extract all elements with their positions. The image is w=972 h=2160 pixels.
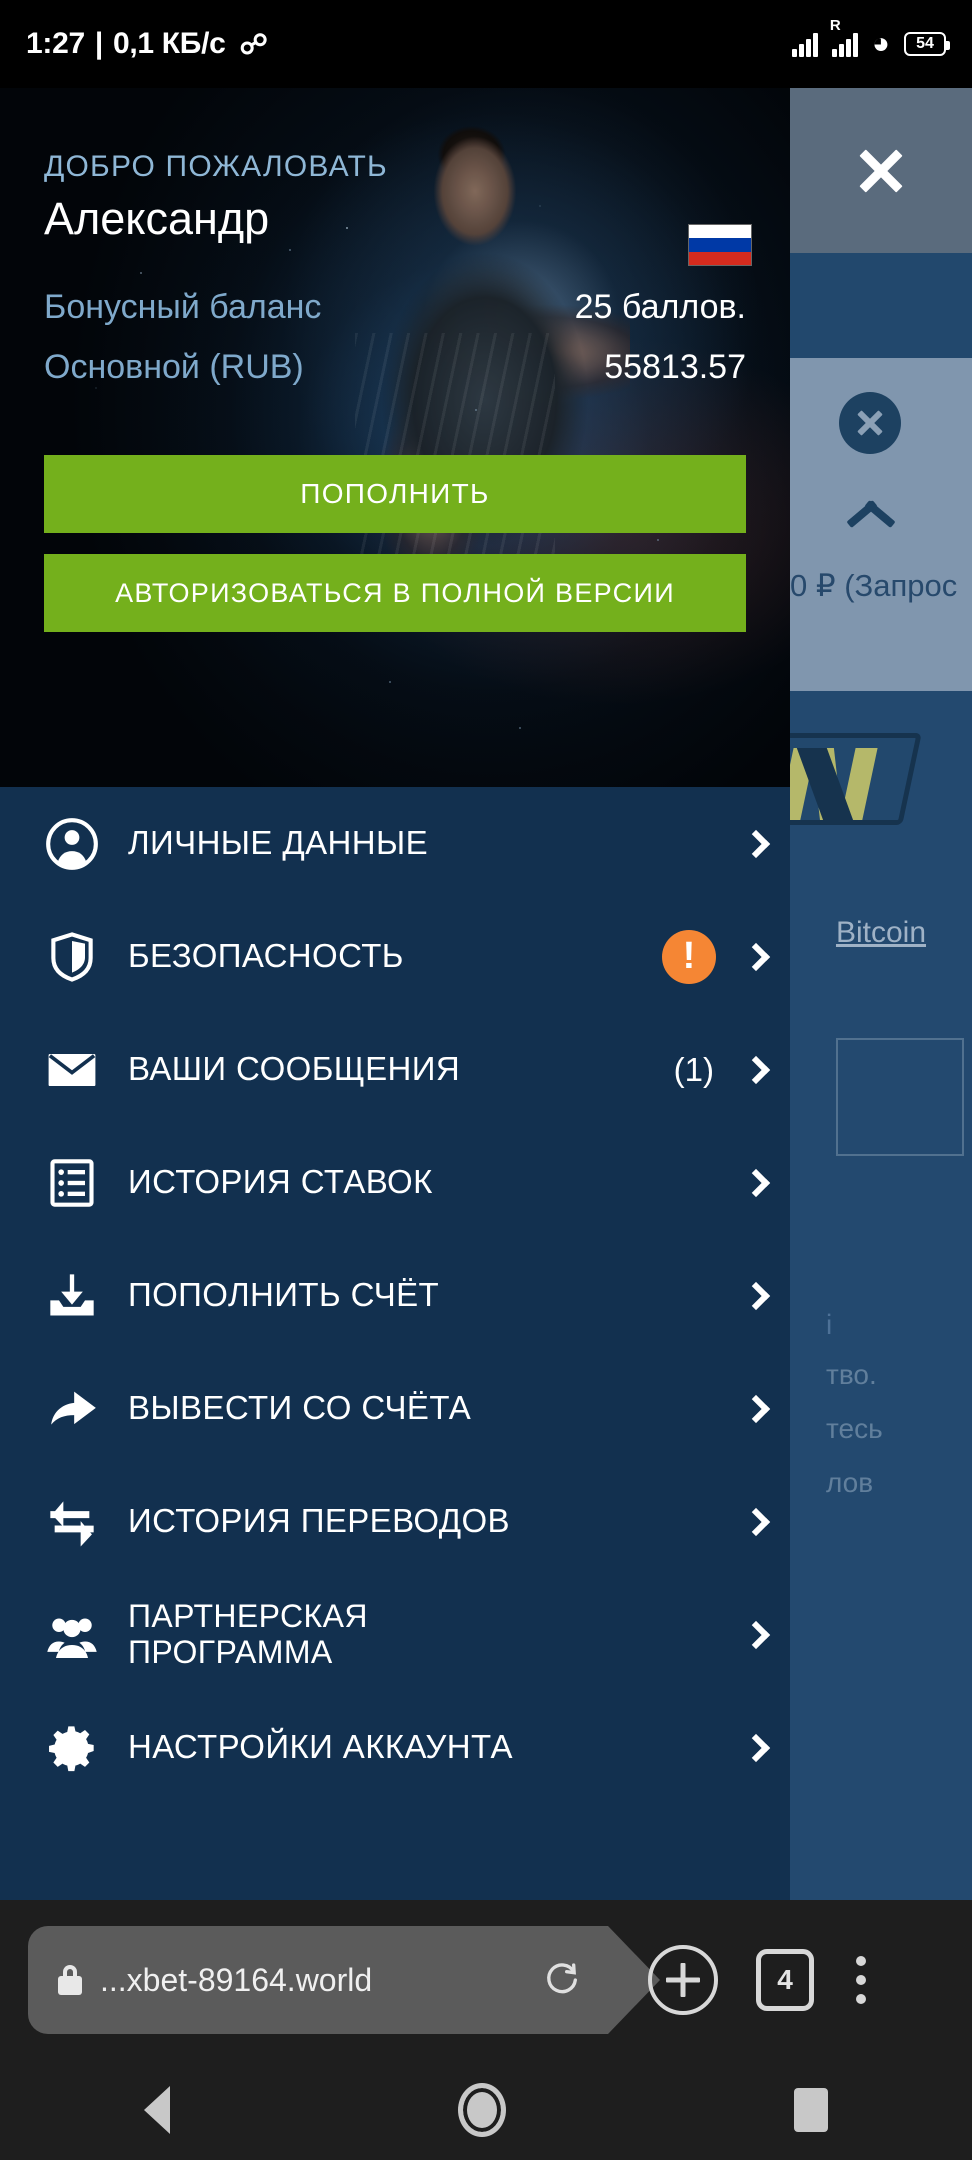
menu-item-2[interactable]: БЕЗОПАСНОСТЬ! <box>0 900 790 1013</box>
withdraw-icon <box>38 1383 106 1435</box>
menu-item-label: ИСТОРИЯ ПЕРЕВОДОВ <box>128 1502 510 1540</box>
chevron-right-icon <box>728 942 790 971</box>
status-bar: 1:27 | 0,1 КБ/с ☍ R ◕ 54 <box>0 0 972 88</box>
main-balance-row: Основной (RUB) 55813.57 <box>44 348 746 387</box>
menu-item-label: БЕЗОПАСНОСТЬ <box>128 937 404 975</box>
user-name: Александр <box>44 193 270 244</box>
background-lower-section: Bitcoin і тво. тесь лов <box>762 691 972 1900</box>
menu-item-label: ПАРТНЕРСКАЯ ПРОГРАММА <box>128 1597 368 1670</box>
profile-header: ДОБРО ПОЖАЛОВАТЬ Александр Бонусный бала… <box>0 88 790 787</box>
background-text-fragment-1: і <box>826 1309 833 1340</box>
phone-screen: 0 ₽ (Запрос Bitcoin і тво. тесь лов 1:27… <box>0 0 972 2160</box>
lock-icon <box>58 1965 82 1995</box>
chevron-right-icon <box>728 1055 790 1084</box>
menu-item-1[interactable]: ЛИЧНЫЕ ДАННЫЕ <box>0 787 790 900</box>
message-count: (1) <box>673 1050 714 1088</box>
chevron-right-icon <box>728 1733 790 1762</box>
background-input-box[interactable] <box>836 1038 964 1156</box>
envelope-icon <box>38 1044 106 1096</box>
status-bar-left: 1:27 | 0,1 КБ/с ☍ <box>26 27 268 61</box>
chevron-right-icon <box>728 1168 790 1197</box>
recents-square-icon[interactable] <box>794 2088 828 2132</box>
signal-bars-icon <box>791 31 818 57</box>
status-bar-right: R ◕ 54 <box>791 17 950 61</box>
gmail-icon: ☍ <box>239 28 268 60</box>
tab-count: 4 <box>777 1964 793 1995</box>
menu-item-label: ВЫВЕСТИ СО СЧЁТА <box>128 1389 472 1427</box>
russia-flag-icon[interactable] <box>688 224 752 266</box>
background-strip <box>790 253 972 358</box>
main-balance-value: 55813.57 <box>604 348 746 386</box>
bonus-balance-row: Бонусный баланс 25 баллов. <box>44 288 746 327</box>
chevron-up-icon[interactable] <box>847 498 895 526</box>
back-triangle-icon[interactable] <box>144 2086 170 2134</box>
url-text: ...xbet-89164.world <box>100 1961 373 1998</box>
menu-item-label: ПОПОЛНИТЬ СЧЁТ <box>128 1276 440 1314</box>
browser-menu-button[interactable] <box>856 1956 866 2004</box>
menu-item-7[interactable]: ИСТОРИЯ ПЕРЕВОДОВ <box>0 1465 790 1578</box>
home-circle-icon[interactable] <box>458 2083 506 2137</box>
address-bar[interactable]: ...xbet-89164.world <box>28 1926 660 2034</box>
battery-icon: 54 <box>904 32 950 56</box>
close-icon[interactable] <box>858 148 904 194</box>
bitcoin-link[interactable]: Bitcoin <box>790 916 972 950</box>
menu-item-label: НАСТРОЙКИ АККАУНТА <box>128 1728 513 1766</box>
browser-toolbar: ...xbet-89164.world 4 <box>0 1900 972 2060</box>
new-tab-button[interactable] <box>648 1945 718 2015</box>
chevron-right-icon <box>728 1281 790 1310</box>
roaming-signal-icon: R <box>830 17 858 57</box>
drawer-menu-list: ЛИЧНЫЕ ДАННЫЕ БЕЗОПАСНОСТЬ! ВАШИ СООБЩЕНИЯ… <box>0 787 790 1900</box>
gear-icon <box>38 1722 106 1774</box>
transfer-icon <box>38 1496 106 1548</box>
menu-item-label: ЛИЧНЫЕ ДАННЫЕ <box>128 824 429 862</box>
background-panel: 0 ₽ (Запрос <box>790 358 972 691</box>
background-text-fragment-2: тво. <box>826 1359 877 1390</box>
list-icon <box>38 1157 106 1209</box>
menu-item-label: ИСТОРИЯ СТАВОК <box>128 1163 433 1201</box>
reload-icon[interactable] <box>542 1960 582 2000</box>
menu-item-6[interactable]: ВЫВЕСТИ СО СЧЁТА <box>0 1352 790 1465</box>
background-close-bar[interactable] <box>790 88 972 253</box>
network-speed-text: 0,1 КБ/с <box>112 27 226 60</box>
user-icon <box>38 817 106 870</box>
circle-close-icon[interactable] <box>839 392 901 454</box>
status-separator: | <box>94 27 103 60</box>
menu-item-3[interactable]: ВАШИ СООБЩЕНИЯ (1) <box>0 1013 790 1126</box>
chevron-right-icon <box>728 1620 790 1649</box>
bonus-balance-value: 25 баллов. <box>574 288 746 326</box>
menu-item-label: ВАШИ СООБЩЕНИЯ <box>128 1050 461 1088</box>
menu-item-8[interactable]: ПАРТНЕРСКАЯ ПРОГРАММА <box>0 1578 790 1691</box>
main-balance-label: Основной (RUB) <box>44 348 304 386</box>
background-text-fragment-3: тесь <box>826 1413 883 1444</box>
android-nav-bar <box>0 2060 972 2160</box>
chevron-right-icon <box>728 1507 790 1536</box>
deposit-button[interactable]: ПОПОЛНИТЬ <box>44 455 746 533</box>
battery-level-text: 54 <box>916 35 934 52</box>
menu-item-4[interactable]: ИСТОРИЯ СТАВОК <box>0 1126 790 1239</box>
tab-switcher-button[interactable]: 4 <box>756 1949 814 2011</box>
chevron-right-icon <box>728 1394 790 1423</box>
chevron-right-icon <box>728 829 790 858</box>
clock-text: 1:27 <box>26 27 85 60</box>
full-version-login-button[interactable]: АВТОРИЗОВАТЬСЯ В ПОЛНОЙ ВЕРСИИ <box>44 554 746 632</box>
menu-item-5[interactable]: ПОПОЛНИТЬ СЧЁТ <box>0 1239 790 1352</box>
bonus-balance-label: Бонусный баланс <box>44 288 322 326</box>
roaming-label: R <box>829 17 841 34</box>
people-icon <box>38 1609 106 1661</box>
deposit-icon <box>38 1270 106 1322</box>
background-amount-text: 0 ₽ (Запрос <box>790 568 958 603</box>
welcome-label: ДОБРО ПОЖАЛОВАТЬ <box>44 150 388 183</box>
background-text-fragment-4: лов <box>826 1467 874 1498</box>
menu-item-9[interactable]: НАСТРОЙКИ АККАУНТА <box>0 1691 790 1804</box>
wifi-icon: ◕ <box>871 27 890 60</box>
shield-icon <box>38 931 106 983</box>
account-drawer: ДОБРО ПОЖАЛОВАТЬ Александр Бонусный бала… <box>0 88 790 1900</box>
warning-badge-icon: ! <box>662 929 716 984</box>
